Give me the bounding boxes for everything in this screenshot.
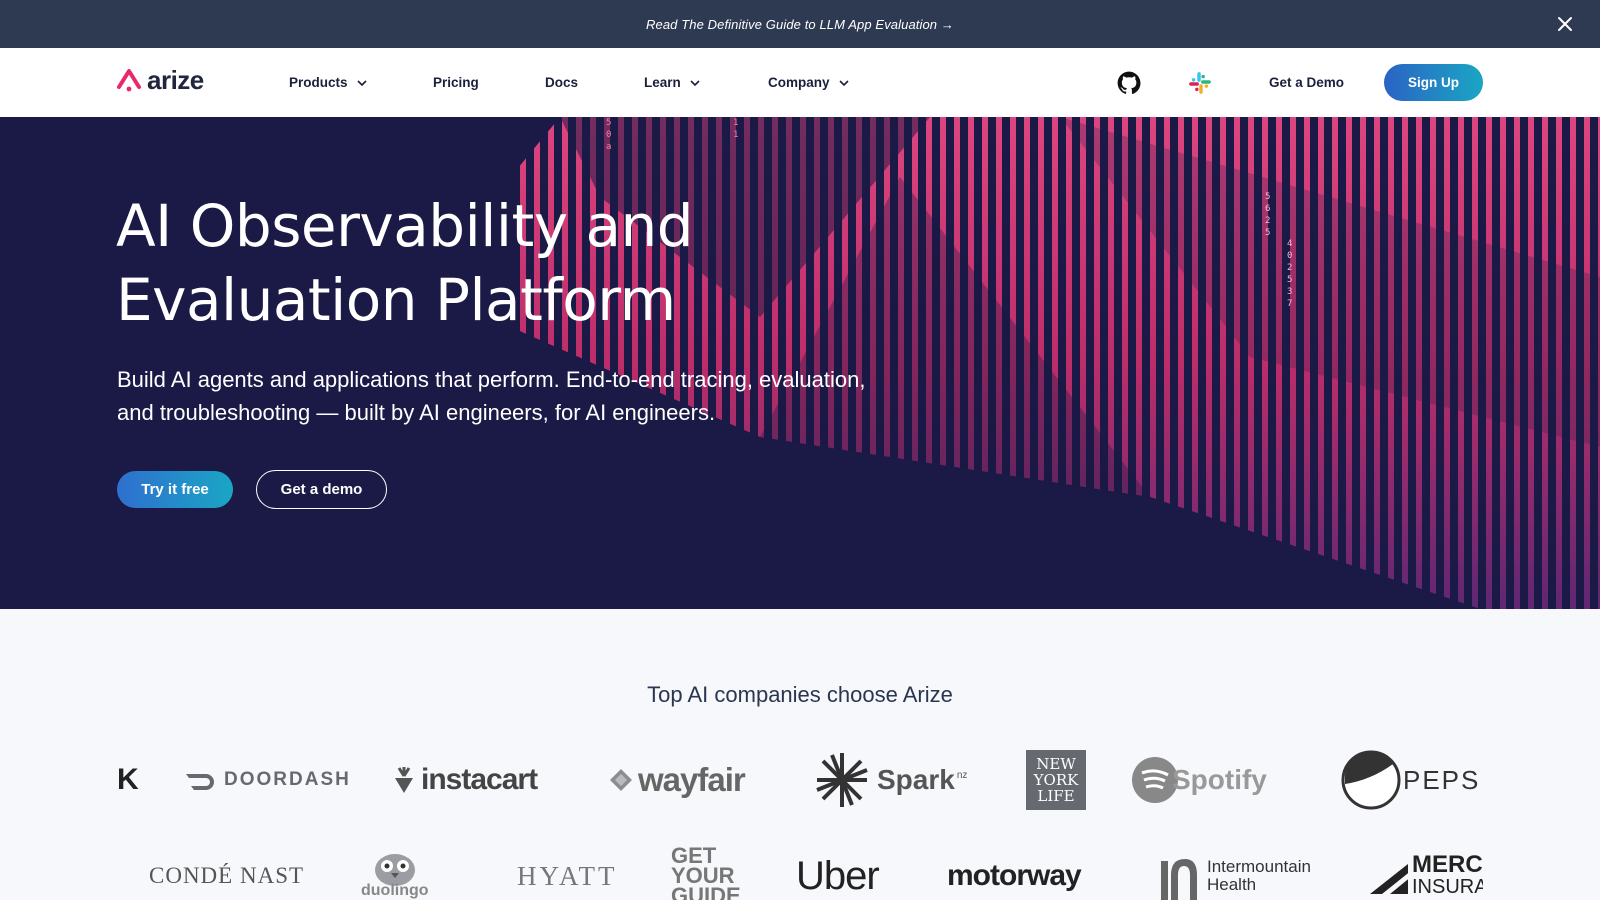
new-york-life-logo: NEW YORK LIFE (1026, 745, 1086, 815)
hero-title-line: Evaluation Platform (116, 266, 676, 334)
get-a-demo-link[interactable]: Get a Demo (1269, 48, 1344, 117)
wayfair-icon (610, 769, 632, 791)
chevron-down-icon (356, 79, 367, 86)
uber-logo: Uber (796, 853, 880, 898)
chevron-down-icon (838, 79, 849, 86)
intermountain-mark-icon (1161, 859, 1197, 900)
get-a-demo-button[interactable]: Get a demo (256, 470, 387, 509)
slack-icon[interactable] (1187, 70, 1213, 96)
chevron-down-icon (690, 79, 700, 86)
pepsi-globe-icon (1341, 750, 1401, 810)
nav-item-docs[interactable]: Docs (545, 48, 578, 117)
nav-item-label: Company (768, 75, 830, 90)
hero-title: AI Observability and Evaluation Platform (116, 189, 936, 337)
customer-logos-row: K DOORDASH instacart wayfair Spark nz NE… (117, 745, 1483, 815)
sign-up-button[interactable]: Sign Up (1384, 64, 1483, 101)
hero-subtitle-line: Build AI agents and applications that pe… (117, 367, 866, 392)
spark-star-icon (816, 753, 868, 807)
nav-item-label: Docs (545, 75, 579, 90)
pepsi-logo: PEPS (1341, 745, 1480, 815)
spotify-logo: Spotify (1132, 745, 1267, 815)
arize-logo-mark-icon (117, 69, 141, 92)
hyatt-logo: HYATT (517, 860, 618, 891)
instacart-logo: instacart (393, 745, 538, 815)
logo-wordmark: arize (147, 65, 204, 95)
nav-item-company[interactable]: Company (768, 48, 850, 117)
nav-item-learn[interactable]: Learn (644, 48, 701, 117)
intermountain-wordmark: Intermountain Health (1207, 857, 1311, 894)
nav-item-label: Products (289, 75, 348, 90)
getyourguide-logo: GET YOUR GUIDE (671, 846, 741, 900)
top-navbar: arize Products Pricing Docs Learn Compan… (0, 48, 1600, 117)
try-it-free-button[interactable]: Try it free (117, 471, 233, 508)
digit-column: 4 0 2 5 3 7 (1287, 239, 1293, 309)
intermountain-health-logo: Intermountain Health (1157, 846, 1311, 900)
mercury-insurance-logo: MERC INSURA (1368, 846, 1483, 900)
doordash-icon (186, 774, 214, 790)
duolingo-owl-icon (374, 854, 415, 886)
hero-subtitle: Build AI agents and applications that pe… (117, 363, 937, 429)
nav-item-products[interactable]: Products (289, 48, 368, 117)
github-icon[interactable] (1116, 70, 1142, 96)
digit-column: 5 6 2 5 (1265, 192, 1271, 238)
motorway-logo: motorway (947, 859, 1082, 892)
new-york-life-box: NEW YORK LIFE (1026, 750, 1086, 810)
digit-column: 1 1 (733, 118, 739, 140)
announcement-bar: Read The Definitive Guide to LLM App Eva… (0, 0, 1600, 48)
hero-title-line: AI Observability and (116, 192, 694, 260)
nav-item-pricing[interactable]: Pricing (433, 48, 479, 117)
duolingo-logo: duolingo (361, 846, 429, 900)
announcement-link[interactable]: Read The Definitive Guide to LLM App Eva… (646, 17, 954, 32)
doordash-logo: DOORDASH (184, 745, 351, 815)
conde-nast-logo: CONDÉ NAST (149, 863, 305, 888)
close-icon[interactable] (1554, 13, 1576, 35)
hero-section: 5 0 a 1 1 5 6 2 5 4 0 2 5 3 7 AI Observa… (0, 117, 1600, 609)
spark-nz-logo: Spark nz (813, 745, 967, 815)
hero-subtitle-line: and troubleshooting — built by AI engine… (117, 400, 716, 425)
mercury-wordmark: MERC INSURA (1412, 851, 1483, 899)
mercury-wing-icon (1370, 864, 1412, 894)
arize-logo[interactable]: arize (117, 67, 204, 93)
carrot-icon (395, 767, 413, 793)
klarna-logo: K (117, 763, 139, 796)
customer-logos-row: CONDÉ NAST duolingo HYATT GET YOUR GUIDE… (117, 846, 1483, 900)
wayfair-logo: wayfair (610, 745, 746, 815)
nav-item-label: Pricing (433, 75, 479, 90)
nav-item-label: Learn (644, 75, 681, 90)
customer-logos-heading: Top AI companies choose Arize (647, 682, 953, 707)
digit-column: 5 0 a (606, 118, 612, 152)
